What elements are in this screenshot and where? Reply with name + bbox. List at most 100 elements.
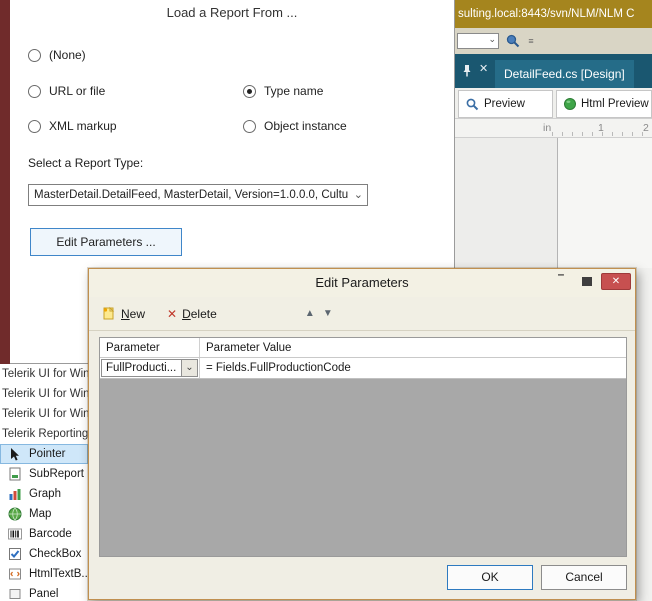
- edit-parameters-button[interactable]: Edit Parameters ...: [30, 228, 182, 256]
- grid-row[interactable]: FullProducti... ⌄ = Fields.FullProductio…: [100, 358, 626, 379]
- radio-label: Type name: [264, 84, 324, 98]
- radio-label: XML markup: [49, 119, 117, 133]
- toolbox-item-graph[interactable]: Graph: [0, 484, 88, 504]
- radio-xml-markup[interactable]: XML markup: [28, 119, 117, 133]
- maximize-button[interactable]: [575, 273, 599, 290]
- ruler-ticks: [543, 132, 652, 136]
- minimize-button[interactable]: –: [549, 267, 573, 290]
- parameter-value-cell[interactable]: = Fields.FullProductionCode: [200, 358, 626, 378]
- delete-parameter-button[interactable]: ✕ Delete: [167, 307, 217, 321]
- column-header-parameter[interactable]: Parameter: [100, 338, 200, 357]
- maximize-icon: [582, 277, 592, 286]
- toolbox-item-label: Pointer: [29, 448, 66, 460]
- move-up-button[interactable]: ▲: [301, 305, 319, 323]
- report-type-combobox[interactable]: MasterDetail.DetailFeed, MasterDetail, V…: [28, 184, 368, 206]
- toolbox-group[interactable]: Telerik UI for Win...: [0, 404, 88, 424]
- toolbox-item-panel[interactable]: Panel: [0, 584, 88, 601]
- design-surface-edge: [557, 138, 558, 268]
- subreport-icon: [8, 467, 22, 481]
- globe-icon: [563, 97, 577, 111]
- document-tab[interactable]: DetailFeed.cs [Design]: [495, 60, 634, 88]
- toolbox-item-label: CheckBox: [29, 548, 82, 560]
- parameters-grid: Parameter Parameter Value FullProducti..…: [99, 337, 627, 557]
- dialog-titlebar[interactable]: Edit Parameters – ✕: [89, 267, 635, 297]
- toolbox-group[interactable]: Telerik UI for Win...: [0, 364, 88, 384]
- design-surface-margin: [455, 138, 557, 268]
- vs-background: sulting.local:8443/svn/NLM/NLM C ⌄ ≡ ✕ D…: [455, 0, 652, 268]
- map-globe-icon: [8, 507, 22, 521]
- toolbox-item-pointer[interactable]: Pointer: [0, 444, 88, 464]
- design-surface-right: [636, 268, 652, 601]
- document-tab-label: DetailFeed.cs [Design]: [504, 67, 625, 81]
- toolbar-overflow-icon[interactable]: ≡: [525, 33, 537, 49]
- toolbox-item-htmltextbox[interactable]: HtmlTextB...: [0, 564, 88, 584]
- pointer-icon: [8, 447, 22, 461]
- toolbox-item-label: SubReport: [29, 468, 84, 480]
- chevron-down-icon[interactable]: ⌄: [181, 360, 197, 376]
- barcode-icon: [8, 527, 22, 541]
- close-icon[interactable]: ✕: [479, 62, 488, 75]
- edit-parameters-dialog: Edit Parameters – ✕ New ✕ Delete ▲ ▼ Par…: [88, 267, 636, 600]
- tab-preview-label: Preview: [484, 98, 525, 110]
- toolbox-group-label: Telerik UI for Win...: [2, 388, 88, 400]
- radio-type-name[interactable]: Type name: [243, 84, 323, 98]
- toolbox-group-label: Telerik Reporting: [2, 428, 88, 440]
- toolbar-combo[interactable]: ⌄: [457, 33, 499, 49]
- search-icon[interactable]: [505, 33, 521, 49]
- dialog-title: Load a Report From ...: [166, 5, 298, 20]
- parameter-cell: FullProducti... ⌄: [100, 358, 200, 378]
- select-report-type-label: Select a Report Type:: [28, 156, 144, 170]
- design-surface: [455, 138, 652, 268]
- toolbox-item-checkbox[interactable]: CheckBox: [0, 544, 88, 564]
- toolbox-item-map[interactable]: Map: [0, 504, 88, 524]
- radio-url-or-file[interactable]: URL or file: [28, 84, 105, 98]
- toolbox-group-label: Telerik UI for Win...: [2, 408, 88, 420]
- radio-label: Object instance: [264, 119, 347, 133]
- chevron-down-icon: ⌄: [353, 189, 363, 201]
- delete-button-label: Delete: [182, 306, 217, 321]
- move-down-button[interactable]: ▼: [319, 305, 337, 323]
- parameter-combobox[interactable]: FullProducti... ⌄: [101, 359, 198, 377]
- report-type-value: MasterDetail.DetailFeed, MasterDetail, V…: [34, 189, 349, 201]
- magnifier-icon: [465, 97, 480, 112]
- tab-preview[interactable]: Preview: [458, 90, 553, 118]
- toolbox-item-label: Graph: [29, 488, 61, 500]
- new-parameter-button[interactable]: New: [101, 306, 145, 321]
- cancel-button[interactable]: Cancel: [541, 565, 627, 590]
- close-button[interactable]: ✕: [601, 273, 631, 290]
- toolbox-group-label: Telerik UI for Win...: [2, 368, 88, 380]
- pin-icon[interactable]: [460, 63, 474, 79]
- preview-tab-strip: Preview Html Preview: [455, 88, 652, 119]
- screen: sulting.local:8443/svn/NLM/NLM C ⌄ ≡ ✕ D…: [0, 0, 652, 601]
- chevron-down-icon: ⌄: [488, 34, 496, 44]
- address-text: sulting.local:8443/svn/NLM/NLM C: [458, 8, 635, 20]
- panel-icon: [8, 587, 22, 601]
- radio-none[interactable]: (None): [28, 48, 86, 62]
- grid-header: Parameter Parameter Value: [100, 338, 626, 358]
- toolbox-group[interactable]: Telerik UI for Win...: [0, 384, 88, 404]
- column-header-parameter-value[interactable]: Parameter Value: [200, 338, 626, 357]
- ok-button[interactable]: OK: [447, 565, 533, 590]
- radio-icon: [28, 48, 41, 62]
- toolbox-item-label: HtmlTextB...: [29, 568, 88, 580]
- new-icon: [101, 306, 116, 321]
- parameter-name: FullProducti...: [106, 362, 177, 374]
- htmltextbox-icon: [8, 567, 22, 581]
- toolbox-item-subreport[interactable]: SubReport: [0, 464, 88, 484]
- radio-object-instance[interactable]: Object instance: [243, 119, 347, 133]
- toolbox-item-label: Map: [29, 508, 52, 520]
- radio-icon: [243, 119, 256, 133]
- vs-toolbar: ⌄ ≡: [455, 28, 652, 54]
- toolbox-item-barcode[interactable]: Barcode: [0, 524, 88, 544]
- tab-html-preview-label: Html Preview: [581, 98, 649, 110]
- toolbox-group-telerik-reporting[interactable]: Telerik Reporting: [0, 424, 88, 444]
- toolbox: Telerik UI for Win... Telerik UI for Win…: [0, 364, 88, 601]
- dialog-title: Edit Parameters: [315, 275, 409, 290]
- document-tab-well: ✕ DetailFeed.cs [Design]: [455, 54, 652, 88]
- radio-label: URL or file: [49, 84, 106, 98]
- checkbox-icon: [8, 547, 22, 561]
- toolbox-item-label: Panel: [29, 588, 59, 600]
- window-edge-strip: [0, 0, 10, 364]
- tab-html-preview[interactable]: Html Preview: [556, 90, 652, 118]
- radio-label: (None): [49, 48, 86, 62]
